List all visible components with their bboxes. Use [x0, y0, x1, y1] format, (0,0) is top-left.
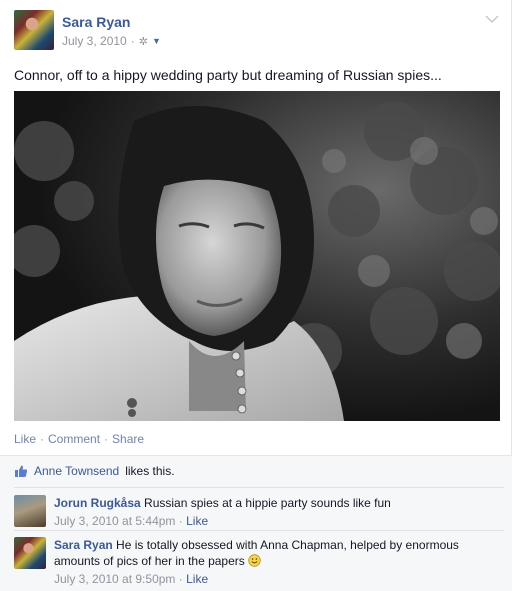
post-card: Sara Ryan July 3, 2010 · ✲ ▼ Connor, off…	[0, 0, 512, 591]
gear-icon[interactable]: ✲	[139, 35, 148, 48]
comment-text: Russian spies at a hippie party sounds l…	[144, 496, 391, 510]
post-actions: Like · Comment · Share	[14, 432, 144, 446]
post-photo[interactable]	[14, 91, 500, 421]
likes-suffix: likes this.	[125, 464, 175, 478]
liker-name[interactable]: Anne Townsend	[34, 464, 119, 478]
action-separator: ·	[40, 432, 45, 446]
post-date[interactable]: July 3, 2010	[62, 34, 127, 48]
comment-meta: July 3, 2010 at 5:44pm · Like	[54, 513, 494, 529]
smiley-icon	[248, 554, 261, 567]
commenter-avatar[interactable]	[14, 495, 46, 527]
comment-meta: July 3, 2010 at 9:50pm · Like	[54, 571, 494, 587]
post-message: Connor, off to a hippy wedding party but…	[14, 67, 442, 83]
like-link[interactable]: Like	[14, 432, 36, 446]
commenter-name[interactable]: Jorun Rugkåsa	[54, 496, 141, 510]
meta-separator: ·	[178, 514, 183, 528]
comment-divider	[14, 487, 504, 488]
meta-separator: ·	[130, 34, 135, 48]
feedback-divider	[0, 455, 512, 456]
post-header: Sara Ryan July 3, 2010 · ✲ ▼	[14, 10, 504, 54]
share-link[interactable]: Share	[112, 432, 144, 446]
author-name[interactable]: Sara Ryan	[62, 14, 130, 30]
post-meta: July 3, 2010 · ✲ ▼	[62, 34, 161, 48]
commenter-avatar[interactable]	[14, 537, 46, 569]
action-separator: ·	[104, 432, 109, 446]
comment-divider	[14, 530, 504, 531]
comment-timestamp[interactable]: July 3, 2010 at 5:44pm	[54, 514, 175, 528]
author-avatar[interactable]	[14, 10, 54, 50]
comment-like-link[interactable]: Like	[186, 572, 208, 586]
comment-link[interactable]: Comment	[48, 432, 100, 446]
chevron-down-icon[interactable]	[484, 12, 500, 26]
comment-timestamp[interactable]: July 3, 2010 at 9:50pm	[54, 572, 175, 586]
caret-down-icon[interactable]: ▼	[152, 36, 161, 46]
photo-image	[14, 91, 500, 421]
meta-separator: ·	[178, 572, 183, 586]
comment-like-link[interactable]: Like	[186, 514, 208, 528]
commenter-name[interactable]: Sara Ryan	[54, 538, 113, 552]
likes-sentence: Anne Townsend likes this.	[14, 464, 175, 478]
thumbs-up-icon	[15, 465, 28, 477]
comment-body: Jorun Rugkåsa Russian spies at a hippie …	[54, 495, 494, 529]
comment-body: Sara Ryan He is totally obsessed with An…	[54, 537, 494, 587]
